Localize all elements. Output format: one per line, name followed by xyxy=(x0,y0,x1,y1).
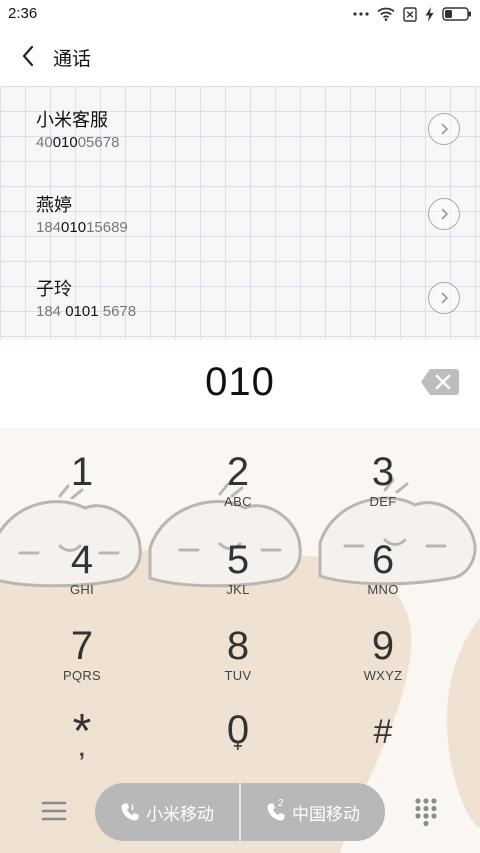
contact-suggestions-list: 小米客服 4001005678 燕婷 18401015689 子玲 184 01… xyxy=(0,86,480,340)
contact-name: 小米客服 xyxy=(36,110,108,131)
key-1[interactable]: 1 xyxy=(22,438,142,522)
sim-call-buttons: 小米移动 2 中国移动 xyxy=(95,783,385,841)
contact-name: 燕婷 xyxy=(36,195,72,216)
key-digit: 8 xyxy=(226,624,250,668)
backspace-icon xyxy=(421,369,459,395)
key-3[interactable]: 3 DEF xyxy=(323,438,443,522)
key-letters: WXYZ xyxy=(363,668,403,683)
key-star[interactable]: * , xyxy=(22,696,142,780)
wifi-icon xyxy=(377,7,395,21)
dialpad-toggle-button[interactable] xyxy=(414,797,438,827)
key-6[interactable]: 6 MNO xyxy=(323,526,443,610)
key-5[interactable]: 5 JKL xyxy=(178,526,298,610)
status-time: 2:36 xyxy=(8,5,38,22)
key-letters: PQRS xyxy=(62,668,102,683)
phone-sim2-icon: 2 xyxy=(266,798,286,822)
key-letters: , xyxy=(78,736,86,761)
key-digit: 4 xyxy=(70,538,94,582)
key-0[interactable]: 0 + xyxy=(178,696,298,780)
menu-lines-icon xyxy=(41,801,67,821)
contact-number: 4001005678 xyxy=(36,134,120,151)
contact-name: 子玲 xyxy=(36,279,72,300)
key-letters: DEF xyxy=(369,494,397,509)
key-digit: 1 xyxy=(70,450,94,494)
contact-row[interactable]: 子玲 184 0101 5678 xyxy=(0,255,480,339)
chevron-right-icon xyxy=(441,292,449,304)
key-digit: 6 xyxy=(371,538,395,582)
contact-detail-button[interactable] xyxy=(428,113,460,145)
back-button[interactable] xyxy=(12,40,44,72)
sim2-badge: 2 xyxy=(278,798,284,809)
chevron-right-icon xyxy=(441,123,449,135)
call-sim2-button[interactable]: 2 中国移动 xyxy=(241,783,385,841)
more-dots-icon xyxy=(353,11,369,17)
back-chevron-icon xyxy=(22,45,34,67)
key-7[interactable]: 7 PQRS xyxy=(22,612,142,696)
status-bar: 2:36 xyxy=(0,0,480,28)
phone-icon xyxy=(121,803,139,821)
chevron-right-icon xyxy=(441,208,449,220)
charging-bolt-icon xyxy=(425,6,434,22)
key-digit: # xyxy=(373,713,393,751)
key-9[interactable]: 9 WXYZ xyxy=(323,612,443,696)
battery-icon xyxy=(442,7,472,21)
header: 通话 xyxy=(0,28,480,86)
page-title: 通话 xyxy=(53,48,92,70)
number-display: 010 xyxy=(0,340,480,428)
key-8[interactable]: 8 TUV xyxy=(178,612,298,696)
backspace-button[interactable] xyxy=(420,368,460,396)
key-letters: JKL xyxy=(226,582,250,597)
contact-number: 18401015689 xyxy=(36,219,128,236)
key-letters: TUV xyxy=(224,668,252,683)
key-4[interactable]: 4 GHI xyxy=(22,526,142,610)
key-hash[interactable]: # xyxy=(323,696,443,780)
key-digit: 5 xyxy=(226,538,250,582)
key-digit: 3 xyxy=(371,450,395,494)
contact-row[interactable]: 燕婷 18401015689 xyxy=(0,171,480,255)
sim-x-icon xyxy=(403,6,417,22)
contact-number: 184 0101 5678 xyxy=(36,303,137,320)
status-icons xyxy=(353,4,472,24)
key-2[interactable]: 2 ABC xyxy=(178,438,298,522)
key-digit: 7 xyxy=(70,624,94,668)
dialpad-grid-icon xyxy=(415,798,437,827)
contact-row[interactable]: 小米客服 4001005678 xyxy=(0,86,480,170)
key-letters: GHI xyxy=(69,582,94,597)
key-letters: + xyxy=(233,738,243,755)
call-sim1-button[interactable]: 小米移动 xyxy=(95,783,239,841)
contact-detail-button[interactable] xyxy=(428,198,460,230)
key-digit: 2 xyxy=(226,450,250,494)
menu-button[interactable] xyxy=(40,797,68,825)
dialed-number[interactable]: 010 xyxy=(0,360,480,405)
sim2-label: 中国移动 xyxy=(292,804,360,825)
contact-detail-button[interactable] xyxy=(428,282,460,314)
key-digit: 9 xyxy=(371,624,395,668)
sim1-label: 小米移动 xyxy=(146,804,214,825)
key-letters: MNO xyxy=(367,582,399,597)
key-letters: ABC xyxy=(224,494,252,509)
